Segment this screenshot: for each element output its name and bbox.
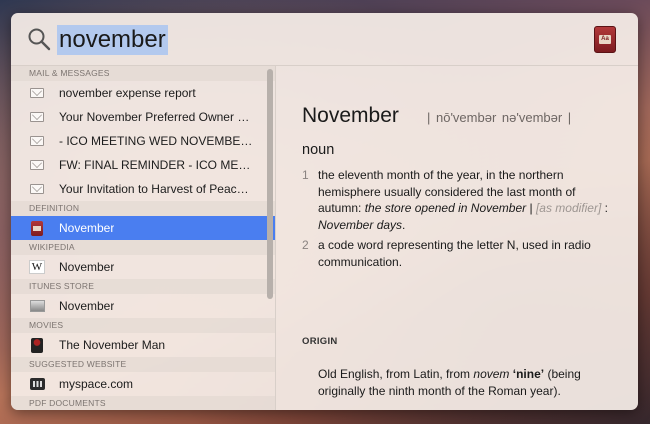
origin-header: ORIGIN xyxy=(302,336,338,347)
separator: : xyxy=(601,201,608,215)
result-label: Your Invitation to Harvest of Peace,... xyxy=(59,182,255,196)
origin-pre: Old English, from Latin, from xyxy=(318,367,474,381)
origin-latin: novem xyxy=(473,367,510,381)
itunes-icon xyxy=(29,299,45,313)
definition-sense-2: 2 a code word representing the letter N,… xyxy=(302,237,612,270)
mail-icon xyxy=(30,136,44,146)
result-label: - ICO MEETING WED NOVEMBER 1... xyxy=(59,134,255,148)
section-header: MOVIES xyxy=(11,318,275,333)
result-label: FW: FINAL REMINDER - ICO MEETI... xyxy=(59,158,255,172)
result-item[interactable]: November xyxy=(11,294,275,318)
part-of-speech: noun xyxy=(302,142,335,158)
result-label: Your November Preferred Owner Pr... xyxy=(59,110,255,124)
mail-icon xyxy=(29,86,45,100)
search-input[interactable]: november xyxy=(57,25,168,55)
result-item[interactable]: Your Invitation to Harvest of Peace,... xyxy=(11,177,275,201)
section-header: DEFINITION xyxy=(11,201,275,216)
search-icon xyxy=(28,28,51,51)
result-item[interactable]: November xyxy=(11,216,275,240)
result-label: November xyxy=(59,221,115,235)
result-item[interactable]: FW: FINAL REMINDER - ICO MEETI... xyxy=(11,153,275,177)
mail-icon xyxy=(30,184,44,194)
result-item[interactable]: W November xyxy=(11,255,275,279)
sense-number: 2 xyxy=(302,238,309,252)
mail-icon xyxy=(29,158,45,172)
result-label: The November Man xyxy=(59,338,166,352)
mail-icon xyxy=(30,88,44,98)
mail-icon xyxy=(30,160,44,170)
separator: | xyxy=(526,201,536,215)
result-label: myspace.com xyxy=(59,377,134,391)
mail-icon xyxy=(29,182,45,196)
sense-example: November days xyxy=(318,217,403,232)
mail-icon xyxy=(29,110,45,124)
result-label: November xyxy=(59,260,115,274)
mail-icon xyxy=(29,134,45,148)
section-header: PDF DOCUMENTS xyxy=(11,396,275,410)
results-scrollbar[interactable] xyxy=(267,69,273,299)
result-item[interactable]: Your November Preferred Owner Pr... xyxy=(11,105,275,129)
search-bar[interactable]: november Aa xyxy=(11,13,638,66)
itunes-icon xyxy=(29,300,45,312)
result-item[interactable]: The November Man xyxy=(11,333,275,357)
origin-text: Old English, from Latin, from novem ‘nin… xyxy=(318,366,618,399)
definition-sense-1: 1 the eleventh month of the year, in the… xyxy=(302,167,612,233)
result-item[interactable]: november expense report xyxy=(11,81,275,105)
pronunciation: | nō'vembər nə'vembər | xyxy=(427,110,572,125)
section-header: MAIL & MESSAGES xyxy=(11,66,275,81)
sense-example: the store opened in November xyxy=(364,201,527,215)
mail-icon xyxy=(30,112,44,122)
website-icon xyxy=(29,378,45,390)
headword: November xyxy=(302,104,399,127)
result-label: November xyxy=(59,299,115,313)
spotlight-window: november Aa MAIL & MESSAGES november expe… xyxy=(11,13,638,410)
dictionary-app-icon: Aa xyxy=(594,26,616,53)
website-icon xyxy=(29,377,45,391)
result-item[interactable]: - ICO MEETING WED NOVEMBER 1... xyxy=(11,129,275,153)
movie-icon xyxy=(31,337,43,353)
dictionary-icon xyxy=(31,220,43,236)
section-header: WIKIPEDIA xyxy=(11,240,275,255)
wikipedia-icon: W xyxy=(29,260,45,274)
dictionary-icon xyxy=(29,220,45,236)
movie-icon xyxy=(29,337,45,353)
wikipedia-icon: W xyxy=(29,260,45,274)
sense-end: . xyxy=(402,217,406,232)
origin-gloss: ‘nine’ xyxy=(512,367,545,381)
section-header: ITUNES STORE xyxy=(11,279,275,294)
result-label: november expense report xyxy=(59,86,196,100)
sense-number: 1 xyxy=(302,168,309,182)
results-list: MAIL & MESSAGES november expense report Yo… xyxy=(11,66,276,410)
section-header: SUGGESTED WEBSITE xyxy=(11,357,275,372)
sense-text: a code word representing the letter N, u… xyxy=(318,238,591,269)
result-item[interactable]: myspace.com xyxy=(11,372,275,396)
preview-pane: November | nō'vembər nə'vembər | noun 1 … xyxy=(277,66,638,410)
register-label: [as modifier] xyxy=(535,201,602,215)
